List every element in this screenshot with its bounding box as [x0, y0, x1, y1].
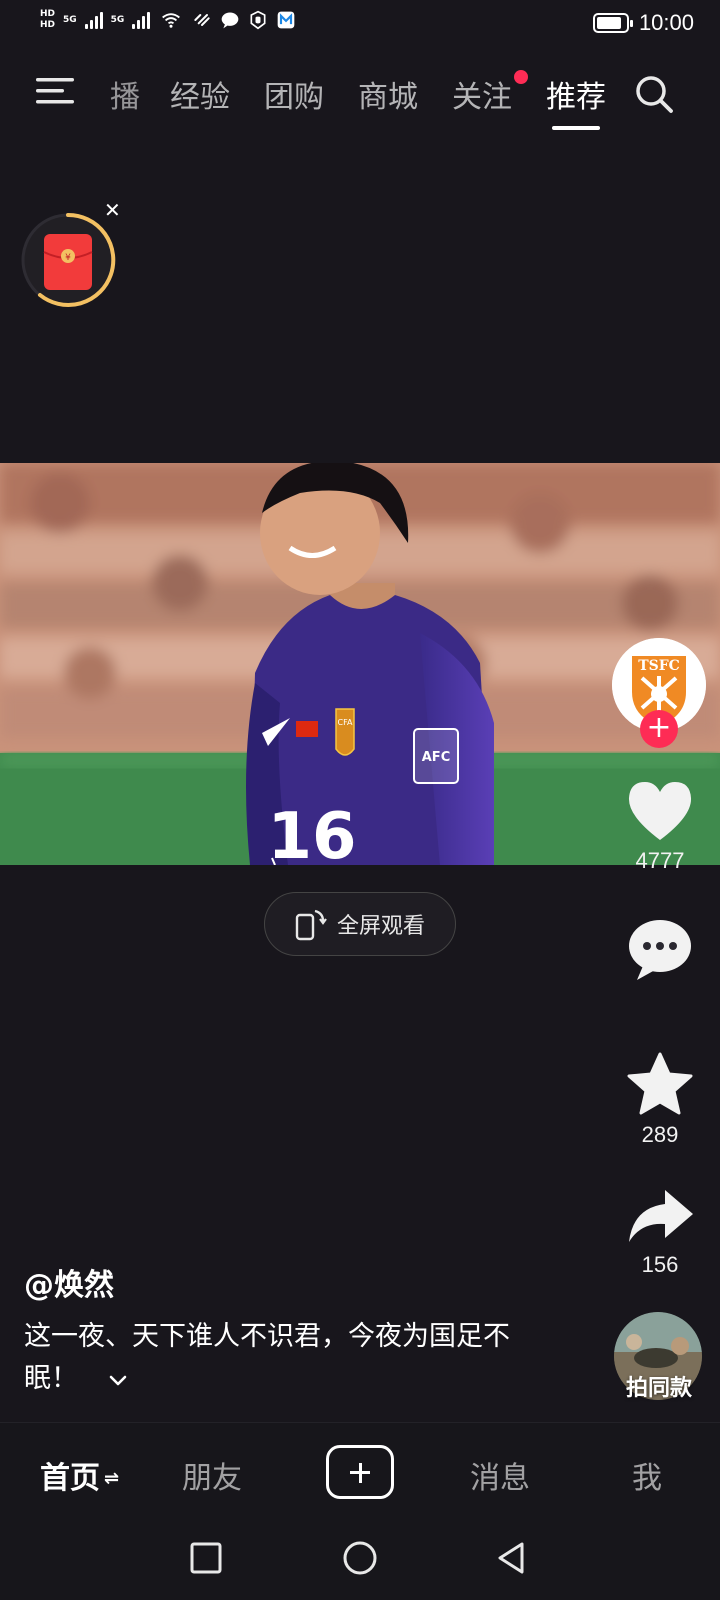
status-right: 10:00 — [592, 10, 694, 36]
link-icon — [194, 14, 210, 26]
red-packet-icon[interactable]: ¥ — [20, 212, 116, 308]
tab-following[interactable]: 关注 — [452, 70, 528, 116]
comment-button[interactable] — [610, 916, 710, 990]
tab-friends-label: 朋友 — [182, 1461, 242, 1496]
favorite-button[interactable]: 289 — [610, 1052, 710, 1148]
screen: HD HD 5G 5G 10:00 播 经验 团购 商城 关注 推荐 ¥ ✕ C… — [0, 0, 720, 1600]
svg-text:¥: ¥ — [65, 253, 71, 263]
rotate-screen-icon — [295, 909, 327, 941]
status-left: HD HD 5G 5G — [40, 10, 296, 30]
tab-following-label: 关注 — [452, 80, 512, 115]
menu-icon[interactable] — [34, 74, 76, 108]
network-type-2: 5G — [110, 14, 125, 25]
battery-fill — [596, 17, 621, 29]
fullscreen-label: 全屏观看 — [337, 914, 426, 939]
bottom-tab-bar: 首页 ⇌ 朋友 消息 我 — [0, 1422, 720, 1522]
afc-badge-text: AFC — [422, 750, 450, 765]
comment-icon — [629, 920, 691, 980]
author-name[interactable]: @焕然 — [24, 1260, 114, 1304]
video-description: 这一夜、天下谁人不识君，今夜为国足不眠！ — [24, 1316, 544, 1400]
tab-me-label: 我 — [632, 1461, 662, 1496]
tab-live[interactable]: 播 — [110, 72, 140, 116]
battery-icon — [592, 13, 633, 33]
hd-label-1: HD — [40, 9, 56, 19]
clock: 10:00 — [638, 10, 694, 35]
follow-button[interactable]: + — [640, 710, 678, 748]
tab-me[interactable]: 我 — [632, 1453, 662, 1497]
hd-label-2: HD — [40, 20, 56, 30]
status-bar: HD HD 5G 5G 10:00 — [0, 0, 720, 48]
create-button[interactable] — [326, 1445, 394, 1499]
swap-icon: ⇌ — [104, 1468, 120, 1489]
tab-experience[interactable]: 经验 — [170, 72, 230, 116]
tab-recommend[interactable]: 推荐 — [546, 72, 606, 130]
share-button[interactable]: 156 — [610, 1186, 710, 1278]
share-count: 156 — [641, 1252, 679, 1277]
home-circle-icon[interactable] — [342, 1540, 378, 1576]
recents-icon[interactable] — [188, 1540, 224, 1576]
like-button[interactable]: 4777 — [610, 780, 710, 874]
cfa-badge-text: CFA — [338, 718, 353, 727]
crest-text: TSFC — [638, 658, 680, 674]
top-nav: 播 经验 团购 商城 关注 推荐 — [0, 62, 720, 132]
tab-recommend-label: 推荐 — [546, 80, 606, 115]
like-count: 4777 — [635, 848, 685, 873]
tab-messages[interactable]: 消息 — [470, 1453, 530, 1497]
search-icon[interactable] — [632, 72, 676, 116]
close-icon[interactable]: ✕ — [104, 198, 121, 222]
fullscreen-button[interactable]: 全屏观看 — [264, 892, 456, 956]
tab-mall-label: 商城 — [358, 80, 418, 115]
tab-home-label: 首页 — [40, 1461, 100, 1496]
jersey-number: 16 — [267, 800, 356, 865]
chevron-down-icon[interactable] — [107, 1369, 129, 1391]
tab-mall[interactable]: 商城 — [358, 72, 418, 116]
wifi-icon — [162, 13, 181, 28]
description-text: 这一夜、天下谁人不识君，今夜为国足不眠！ — [24, 1321, 510, 1394]
network-type-1: 5G — [63, 14, 77, 25]
share-icon — [629, 1190, 693, 1242]
tab-group-buy[interactable]: 团购 — [264, 72, 324, 116]
tab-friends[interactable]: 朋友 — [182, 1453, 242, 1497]
hd-indicator: HD HD — [40, 10, 55, 30]
signal-icon-1 — [84, 11, 103, 29]
hand-icon — [250, 10, 266, 30]
app-notification-icon — [277, 11, 295, 29]
same-style-label[interactable]: 拍同款 — [604, 1370, 714, 1402]
top-tabs: 播 经验 团购 商城 关注 推荐 — [98, 70, 640, 130]
system-nav-bar — [0, 1522, 720, 1600]
tab-messages-label: 消息 — [470, 1461, 530, 1496]
tab-live-label: 播 — [110, 80, 140, 115]
star-icon — [627, 1052, 693, 1115]
tab-experience-label: 经验 — [170, 80, 230, 115]
signal-icon-2 — [132, 11, 151, 29]
favorite-count: 289 — [641, 1122, 679, 1147]
chat-bubble-icon — [221, 12, 239, 29]
tab-group-buy-label: 团购 — [264, 80, 324, 115]
back-icon[interactable] — [494, 1540, 530, 1576]
notification-dot — [514, 70, 528, 84]
heart-icon — [628, 782, 692, 840]
tab-home[interactable]: 首页 ⇌ — [40, 1453, 119, 1497]
